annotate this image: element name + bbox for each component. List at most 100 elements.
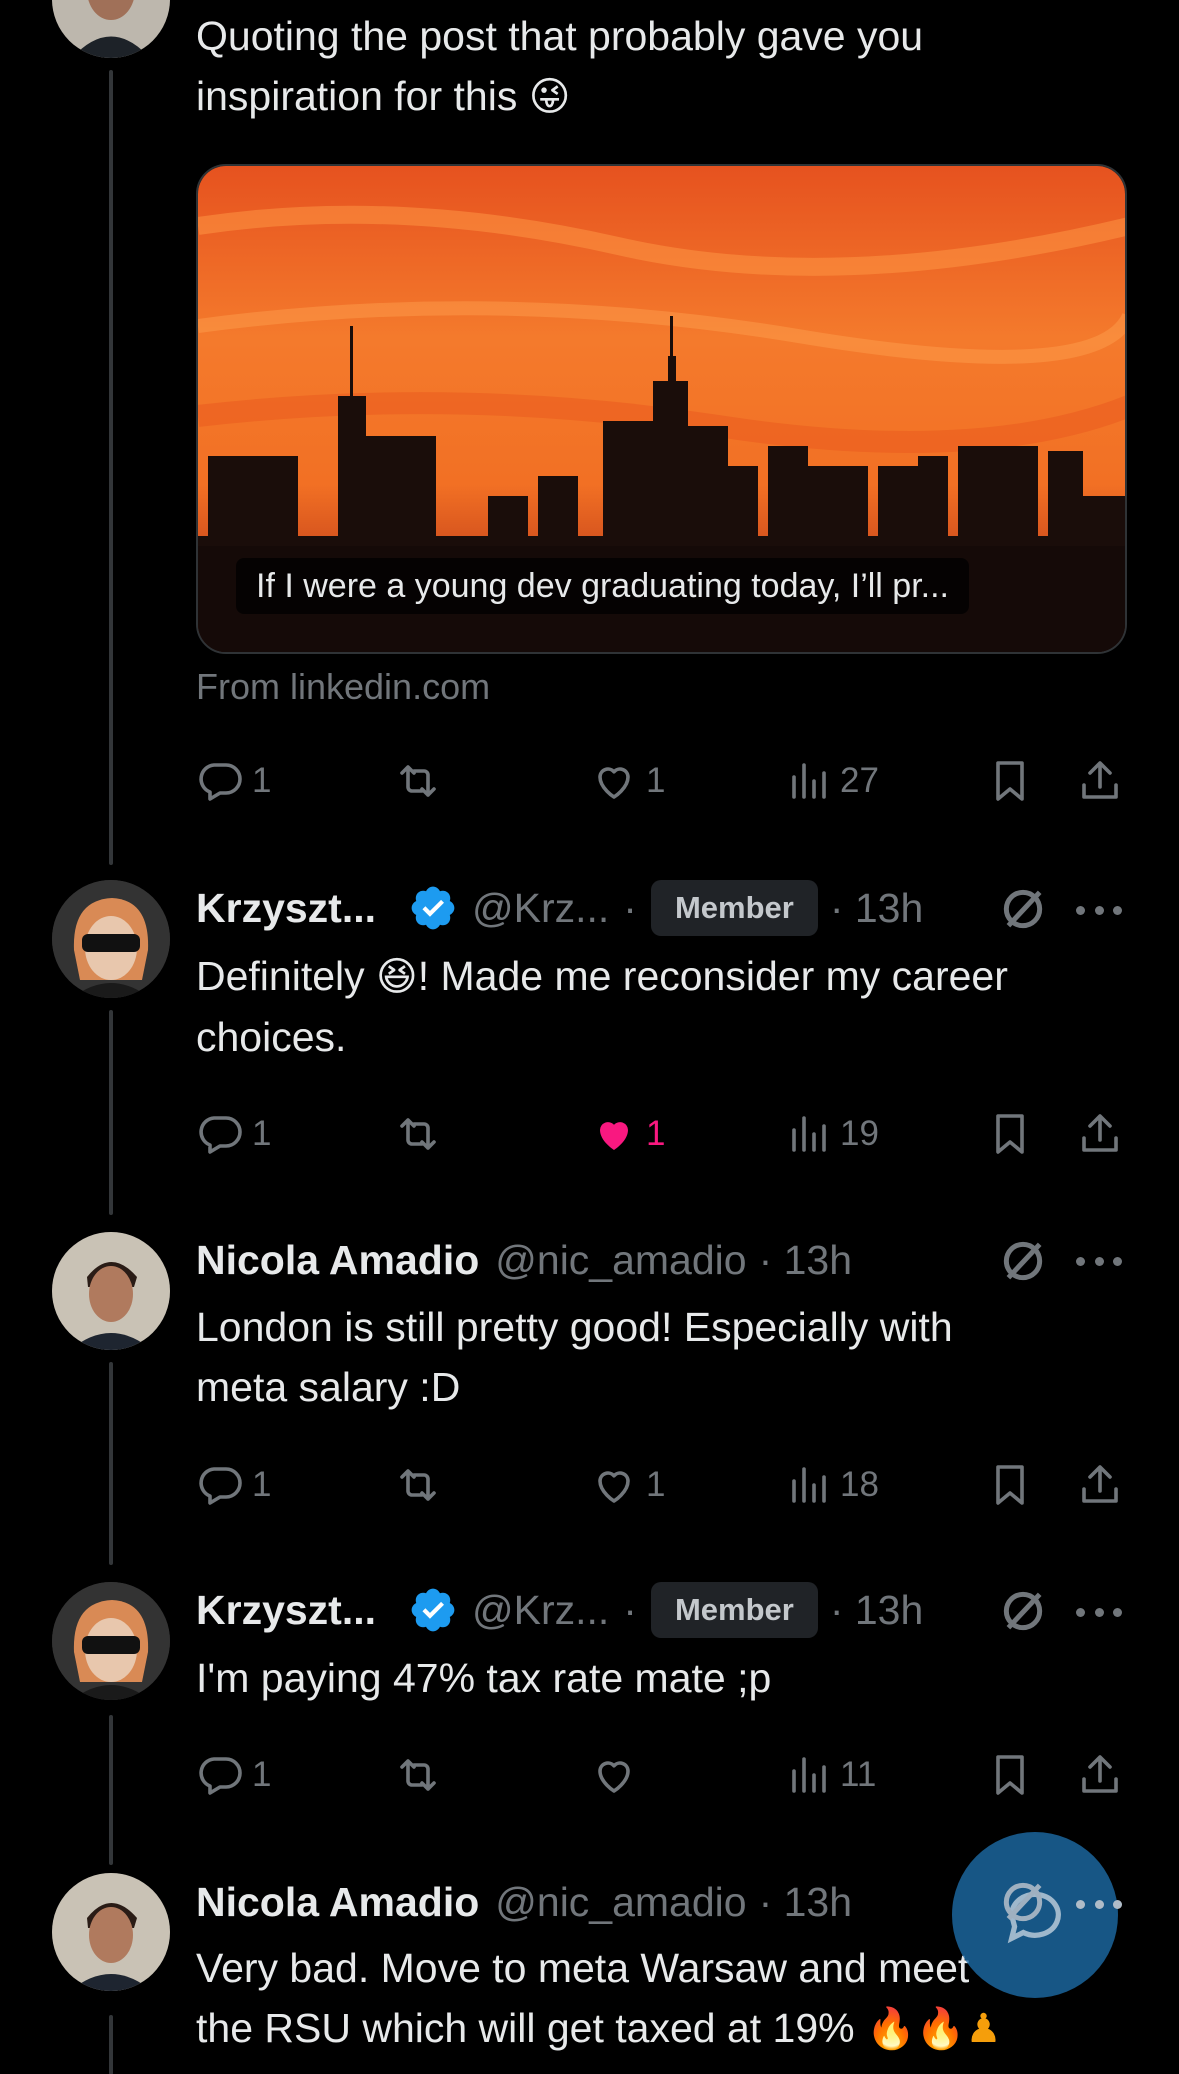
repost-button[interactable] <box>394 1104 450 1164</box>
bookmark-button[interactable] <box>986 1104 1034 1164</box>
member-badge[interactable]: Member <box>650 880 818 936</box>
reply-icon <box>199 1116 242 1154</box>
more-icon[interactable] <box>1076 903 1122 917</box>
views-icon <box>792 1757 826 1793</box>
grok-icon[interactable] <box>998 1877 1048 1927</box>
grok-icon[interactable] <box>998 1236 1048 1286</box>
bookmark-button[interactable] <box>986 751 1034 811</box>
avatar[interactable] <box>52 1582 170 1700</box>
emoji: 😆 <box>376 954 418 1000</box>
avatar[interactable] <box>52 1873 170 1991</box>
share-icon <box>1082 1755 1118 1793</box>
share-button[interactable] <box>1076 1455 1124 1515</box>
views-button[interactable]: 19 <box>784 1104 879 1164</box>
reply-text: London is still pretty good! Especially … <box>196 1304 953 1410</box>
reply-button[interactable]: 1 <box>196 1745 271 1805</box>
repost-icon <box>400 1469 436 1501</box>
more-icon[interactable] <box>1076 1605 1122 1619</box>
reply-header: Krzyszt... @Krz... · Member · 13h <box>196 878 923 938</box>
views-count: 18 <box>840 1465 879 1504</box>
timestamp[interactable]: · 13h <box>759 1879 852 1926</box>
views-button[interactable]: 27 <box>784 751 879 811</box>
views-count: 19 <box>840 1114 879 1153</box>
verified-icon <box>411 1588 455 1632</box>
handle[interactable]: @nic_amadio <box>495 1879 746 1926</box>
share-icon <box>1082 1114 1118 1152</box>
reply-header: Nicola Amadio @nic_amadio · 13h <box>196 1872 852 1932</box>
repost-icon <box>400 1118 436 1150</box>
like-button[interactable]: 1 <box>590 1455 665 1515</box>
avatar[interactable] <box>52 1232 170 1350</box>
separator-dot: · <box>623 884 637 931</box>
bookmark-button[interactable] <box>986 1745 1034 1805</box>
reply-button[interactable]: 1 <box>196 1455 271 1515</box>
link-card[interactable]: If I were a young dev graduating today, … <box>196 164 1127 654</box>
reply-icon <box>199 763 242 801</box>
card-source[interactable]: From linkedin.com <box>196 662 490 712</box>
like-icon <box>598 1471 630 1503</box>
avatar[interactable] <box>52 0 170 58</box>
action-bar: 1 1 27 <box>196 751 1126 811</box>
like-button[interactable] <box>590 1745 646 1805</box>
more-icon[interactable] <box>1076 1897 1122 1911</box>
display-name[interactable]: Krzyszt... <box>196 885 376 932</box>
bookmark-button[interactable] <box>986 1455 1034 1515</box>
repost-button[interactable] <box>394 1455 450 1515</box>
repost-button[interactable] <box>394 1745 450 1805</box>
reply-button[interactable]: 1 <box>196 751 271 811</box>
likes-count: 1 <box>646 761 666 800</box>
like-icon <box>598 1761 630 1793</box>
reply-text: I'm paying 47% tax rate mate ;p <box>196 1655 772 1701</box>
grok-icon[interactable] <box>998 1586 1048 1636</box>
display-name[interactable]: Krzyszt... <box>196 1587 376 1634</box>
more-icon[interactable] <box>1076 1254 1122 1268</box>
share-button[interactable] <box>1076 1104 1124 1164</box>
card-caption: If I were a young dev graduating today, … <box>236 558 969 614</box>
reply-header: Krzyszt... @Krz... · Member · 13h <box>196 1580 923 1640</box>
display-name[interactable]: Nicola Amadio <box>196 1879 479 1926</box>
views-count: 27 <box>840 761 879 800</box>
bookmark-icon <box>996 761 1024 801</box>
likes-count: 1 <box>646 1114 666 1153</box>
views-icon <box>792 1116 826 1152</box>
reply-text: Definitely 😆! Made me reconsider my care… <box>196 953 1008 1060</box>
thread-line <box>109 70 113 865</box>
repost-icon <box>400 1759 436 1791</box>
display-name[interactable]: Nicola Amadio <box>196 1237 479 1284</box>
reply-header: Nicola Amadio @nic_amadio · 13h <box>196 1230 852 1290</box>
bookmark-icon <box>996 1465 1024 1505</box>
avatar[interactable] <box>52 880 170 998</box>
reply-button[interactable]: 1 <box>196 1104 271 1164</box>
member-badge[interactable]: Member <box>650 1582 818 1638</box>
timestamp[interactable]: · 13h <box>830 1587 923 1634</box>
reply-icon <box>199 1757 242 1795</box>
timestamp[interactable]: · 13h <box>759 1237 852 1284</box>
replies-count: 1 <box>252 1114 272 1153</box>
like-icon <box>600 1122 628 1150</box>
reply-icon <box>199 1467 242 1505</box>
action-bar: 1 11 <box>196 1745 1126 1805</box>
views-button[interactable]: 11 <box>784 1745 876 1805</box>
handle[interactable]: @nic_amadio <box>495 1237 746 1284</box>
repost-button[interactable] <box>394 751 450 811</box>
handle[interactable]: @Krz... <box>472 1587 609 1634</box>
like-button[interactable]: 1 <box>590 1104 665 1164</box>
action-bar: 1 1 18 <box>196 1455 1126 1515</box>
bookmark-icon <box>996 1755 1024 1795</box>
separator-dot: · <box>623 1586 637 1633</box>
timestamp[interactable]: · 13h <box>830 885 923 932</box>
action-bar: 1 1 19 <box>196 1104 1126 1164</box>
replies-count: 1 <box>252 1465 272 1504</box>
like-icon <box>598 767 630 799</box>
share-button[interactable] <box>1076 751 1124 811</box>
share-button[interactable] <box>1076 1745 1124 1805</box>
verified-icon <box>411 886 455 930</box>
views-icon <box>792 1467 826 1503</box>
views-button[interactable]: 18 <box>784 1455 879 1515</box>
like-button[interactable]: 1 <box>590 751 665 811</box>
post-text: Quoting the post that probably gave you … <box>196 13 924 120</box>
grok-icon[interactable] <box>998 884 1048 934</box>
handle[interactable]: @Krz... <box>472 885 609 932</box>
thread-line <box>109 1362 113 1565</box>
replies-count: 1 <box>252 761 272 800</box>
